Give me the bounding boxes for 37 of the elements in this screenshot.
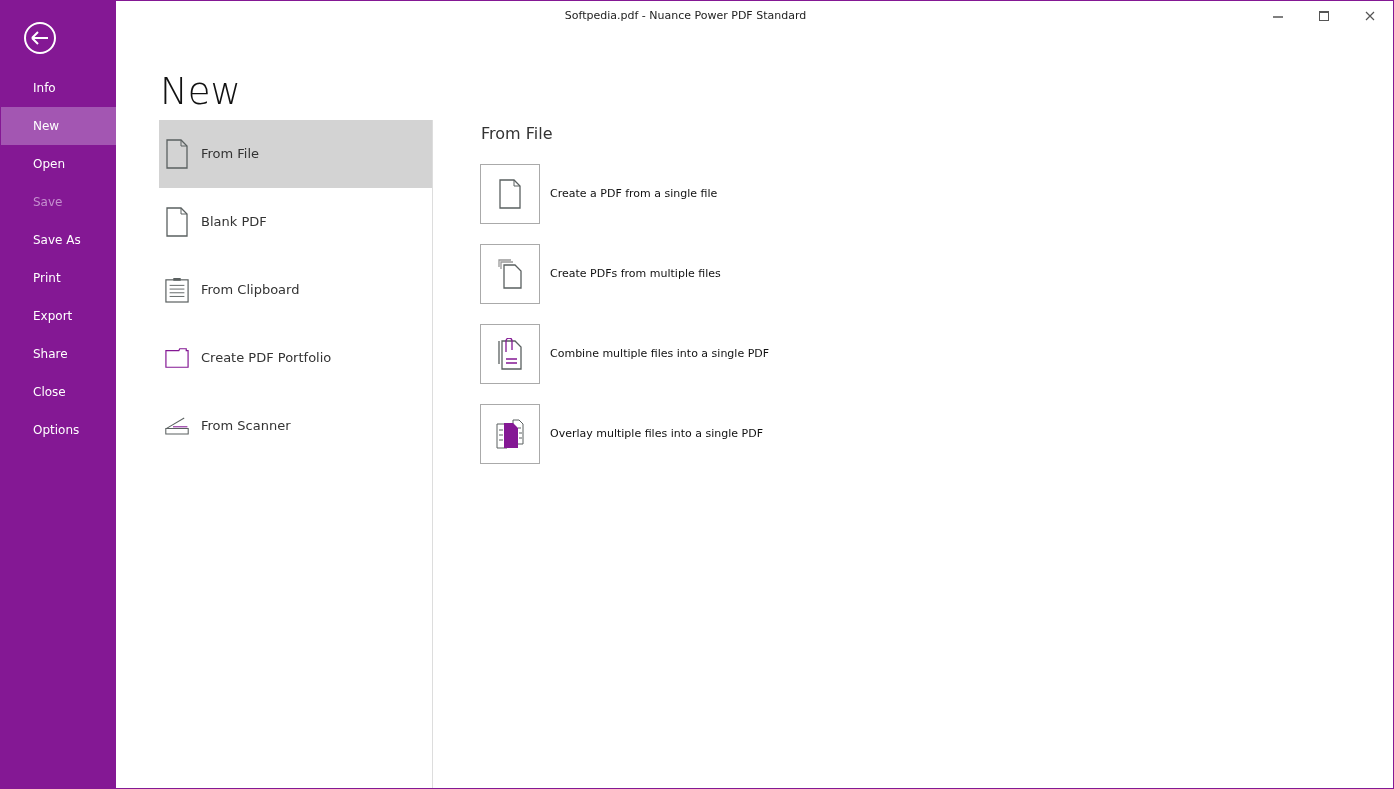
page-title: New [160,73,242,110]
maximize-icon [1319,11,1329,21]
source-option[interactable]: From Clipboard [159,256,432,324]
sidebar-item[interactable]: New [1,107,116,145]
action-label: Create PDFs from multiple files [550,265,721,282]
clipboard-icon [165,276,189,304]
sidebar-item[interactable]: Info [1,69,116,107]
sidebar-item[interactable]: Options [1,411,116,449]
section-title: From File [481,123,554,145]
file-icon [166,207,188,237]
sidebar-item[interactable]: Print [1,259,116,297]
paperclip-document-icon [498,338,522,370]
source-option[interactable]: From File [159,120,432,188]
scanner-icon [165,415,189,437]
file-icon [166,139,188,169]
source-option[interactable]: Blank PDF [159,188,432,256]
sidebar-item[interactable]: Save As [1,221,116,259]
action-label: Create a PDF from a single file [550,185,718,202]
sidebar-item[interactable]: Close [1,373,116,411]
sidebar-item[interactable]: Share [1,335,116,373]
source-option[interactable]: From Scanner [159,392,432,460]
action-option[interactable]: Create PDFs from multiple files [480,244,721,304]
source-option[interactable]: Create PDF Portfolio [159,324,432,392]
action-option[interactable]: Overlay multiple files into a single PDF [480,404,763,464]
sidebar-item[interactable]: Export [1,297,116,335]
action-label: Overlay multiple files into a single PDF [550,425,763,442]
back-button[interactable] [23,21,57,55]
file-icon [499,179,521,209]
action-label: Combine multiple files into a single PDF [550,345,770,362]
files-icon [498,259,522,289]
window-title: Softpedia.pdf - Nuance Power PDF Standard [563,7,808,24]
close-icon [1365,11,1375,21]
folder-icon [165,347,189,369]
overlaid-documents-icon [496,419,524,449]
action-option[interactable]: Combine multiple files into a single PDF [480,324,770,384]
sidebar-item[interactable]: Open [1,145,116,183]
action-option[interactable]: Create a PDF from a single file [480,164,718,224]
